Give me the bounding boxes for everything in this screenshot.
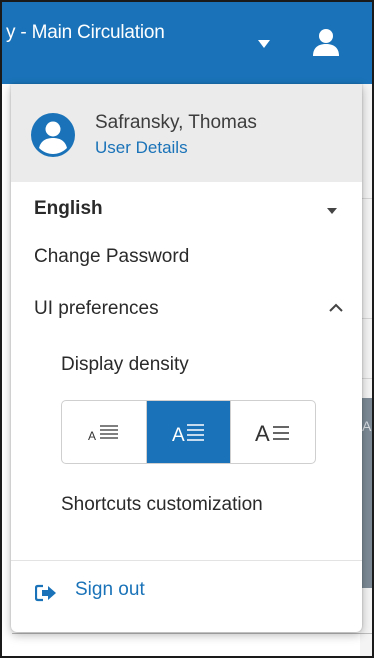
density-comfortable-icon: A xyxy=(255,421,290,445)
background-divider xyxy=(360,318,374,319)
user-icon xyxy=(313,29,339,56)
user-circle-icon xyxy=(31,113,75,157)
ui-preferences-label: UI preferences xyxy=(34,298,159,319)
background-partial-text: A xyxy=(362,418,372,434)
change-password-item[interactable]: Change Password xyxy=(11,246,362,268)
density-default-icon: A xyxy=(172,424,204,444)
user-menu-button[interactable] xyxy=(306,22,346,62)
menu-divider xyxy=(11,560,362,561)
location-dropdown-button[interactable] xyxy=(250,30,278,58)
sign-out-icon xyxy=(35,584,56,602)
svg-text:A: A xyxy=(255,421,270,445)
background-divider xyxy=(12,633,374,634)
user-menu-dropdown: Safransky, Thomas User Details English C… xyxy=(11,84,362,632)
ui-preferences-toggle[interactable]: UI preferences xyxy=(11,298,362,320)
svg-text:A: A xyxy=(172,425,185,444)
density-compact-icon: A xyxy=(88,425,118,443)
display-density-label: Display density xyxy=(61,354,189,375)
shortcuts-customization-item[interactable]: Shortcuts customization xyxy=(11,494,362,516)
caret-down-icon xyxy=(258,40,270,48)
user-header: Safransky, Thomas User Details xyxy=(11,84,362,182)
change-password-label: Change Password xyxy=(34,246,190,267)
chevron-up-icon xyxy=(329,303,343,312)
display-density-selector: A A A xyxy=(61,400,316,464)
density-comfortable-button[interactable]: A xyxy=(231,401,315,463)
background-divider xyxy=(360,378,374,379)
language-select[interactable]: English xyxy=(11,198,362,224)
caret-down-icon xyxy=(327,208,337,214)
svg-text:A: A xyxy=(88,429,96,443)
top-bar: y - Main Circulation xyxy=(0,0,374,84)
density-compact-button[interactable]: A xyxy=(62,401,147,463)
sign-out-button[interactable]: Sign out xyxy=(11,576,362,608)
background-dark-region: A xyxy=(360,398,374,588)
user-details-link[interactable]: User Details xyxy=(95,138,188,158)
density-default-button[interactable]: A xyxy=(146,401,232,463)
background-divider xyxy=(360,198,374,199)
location-title[interactable]: y - Main Circulation xyxy=(6,22,165,44)
language-label: English xyxy=(34,198,103,219)
sign-out-label: Sign out xyxy=(75,579,145,600)
user-name: Safransky, Thomas xyxy=(95,112,257,133)
